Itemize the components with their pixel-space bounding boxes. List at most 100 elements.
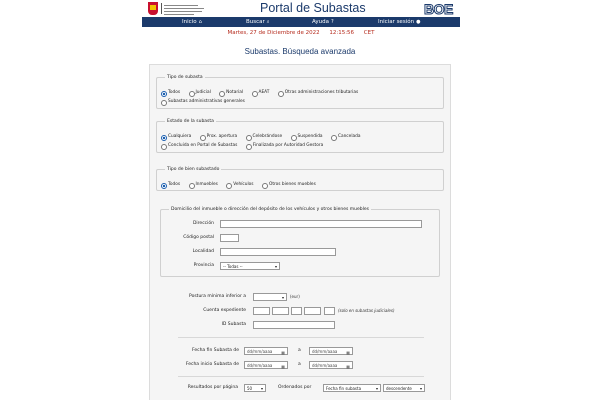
home-icon: ⌂ [198,19,202,25]
cuenta-expediente-part-1[interactable] [253,307,270,315]
orden-direccion-select[interactable]: descendente ▾ [383,384,425,392]
chevron-down-icon: ▾ [281,295,284,300]
radio-bien-todos[interactable]: Todos [161,182,180,189]
fieldset-domicilio: Domicilio del inmueble o dirección del d… [160,206,440,277]
radio-bien-inmuebles[interactable]: Inmuebles [188,182,218,189]
legend-tipo-bien: Tipo de bien subastado [165,166,222,173]
boe-logo[interactable]: BOE [424,1,454,18]
resultados-por-pagina-label: Resultados por página [187,385,238,390]
radio-estado-celebrandose[interactable]: Celebrándose [245,134,282,141]
provincia-select[interactable]: -- Todas -- ▾ [220,262,280,270]
fecha-inicio-label: Fecha inicio Subasta de [185,362,239,367]
date-time-bar: Martes, 27 de Diciembre de 2022 12:15:56… [142,28,460,38]
portal-title: Portal de Subastas [260,1,366,15]
chevron-down-icon: ▾ [375,386,378,391]
id-subasta-label: ID Subasta [221,322,246,327]
nav-login[interactable]: Iniciar sesión ● [378,17,420,27]
fecha-fin-hasta-placeholder: dd/mm/aaaa [312,349,338,354]
nav-inicio-label: Inicio [182,19,197,25]
fecha-inicio-desde-placeholder: dd/mm/aaaa [247,363,273,368]
postura-label: Postura mínima inferior a [189,294,246,299]
fecha-fin-desde-placeholder: dd/mm/aaaa [247,349,273,354]
nav-ayuda[interactable]: Ayuda? [312,17,334,27]
tipo-subasta-row-1: Todos Judicial Notarial AEAT Otras admin… [161,90,365,97]
fecha-inicio-hasta-input[interactable]: dd/mm/aaaa ▦ [309,361,353,369]
resultados-por-pagina-value: 50 [247,386,253,391]
cuenta-expediente-label: Cuenta expediente [203,308,246,313]
estado-row-2: Concluida en Portal de Subastas Finaliza… [161,143,330,150]
government-logo[interactable] [148,2,208,15]
legend-tipo-subasta: Tipo de subasta [165,74,205,81]
fecha-fin-hasta-input[interactable]: dd/mm/aaaa ▦ [309,347,353,355]
radio-tipo-administrativas[interactable]: Subastas administrativas generales [161,99,245,106]
main-nav: Inicio ⌂ Buscar ⌕ Ayuda? Iniciar sesión ● [142,17,460,27]
cuenta-expediente-part-5[interactable] [324,307,335,315]
orden-direccion-value: descendente [386,386,412,391]
radio-bien-vehiculos[interactable]: Vehículos [226,182,254,189]
id-subasta-input[interactable] [253,321,335,329]
calendar-icon: ▦ [281,350,285,355]
site-header: Portal de Subastas BOE [142,0,460,18]
radio-estado-finalizada[interactable]: Finalizada por Autoridad Gestora [245,143,323,150]
nav-buscar-label: Buscar [246,19,265,25]
coat-of-arms-icon [148,2,158,15]
fecha-fin-a-label: a [298,348,301,353]
tipo-subasta-row-2: Subastas administrativas generales [161,99,252,106]
calendar-icon: ▦ [281,364,285,369]
cuenta-expediente-part-4[interactable] [304,307,321,315]
tipo-bien-row: Todos Inmuebles Vehículos Otros bienes m… [161,182,323,189]
divider [178,376,424,377]
codigo-postal-label: Código postal [183,235,214,240]
nav-ayuda-label: Ayuda [312,19,329,25]
postura-select[interactable]: ▾ [253,293,287,301]
postura-unit: (eur) [290,294,300,299]
cuenta-expediente-part-3[interactable] [291,307,302,315]
fecha-inicio-hasta-placeholder: dd/mm/aaaa [312,363,338,368]
localidad-input[interactable] [220,248,336,256]
radio-bien-otros-muebles[interactable]: Otros bienes muebles [261,182,316,189]
chevron-down-icon: ▾ [260,386,263,391]
divider [178,337,424,338]
radio-estado-concluida[interactable]: Concluida en Portal de Subastas [161,143,237,150]
fecha-fin-label: Fecha fin Subasta de [192,348,239,353]
search-form-panel: Tipo de subasta Todos Judicial Notarial … [149,64,451,400]
search-icon: ⌕ [266,19,270,25]
radio-estado-cancelada[interactable]: Cancelada [330,134,361,141]
cuenta-expediente-note: (solo en subastas judiciales) [338,308,395,313]
direccion-input[interactable] [220,220,422,228]
radio-tipo-todos[interactable]: Todos [161,90,180,97]
radio-tipo-aeat[interactable]: AEAT [251,90,269,97]
resultados-por-pagina-select[interactable]: 50 ▾ [244,384,266,392]
user-icon: ● [416,19,421,25]
provincia-value: -- Todas -- [223,264,243,269]
timezone: CET [363,30,375,36]
chevron-down-icon: ▾ [274,264,277,269]
nav-inicio[interactable]: Inicio ⌂ [182,17,202,27]
radio-estado-suspendida[interactable]: Suspendida [290,134,323,141]
radio-tipo-judicial[interactable]: Judicial [188,90,211,97]
current-date: Martes, 27 de Diciembre de 2022 [227,30,320,36]
nav-buscar[interactable]: Buscar ⌕ [246,17,270,27]
ministry-logo-text [161,3,205,15]
legend-estado: Estado de la subasta [165,118,216,125]
estado-row-1: Cualquiera Prox. apertura Celebrándose S… [161,134,368,141]
fecha-fin-desde-input[interactable]: dd/mm/aaaa ▦ [244,347,288,355]
codigo-postal-input[interactable] [220,234,239,242]
help-icon: ? [331,19,334,25]
localidad-label: Localidad [192,249,214,254]
current-time: 12:15:56 [329,30,355,36]
radio-estado-cualquiera[interactable]: Cualquiera [161,134,191,141]
fecha-inicio-a-label: a [298,362,301,367]
fecha-inicio-desde-input[interactable]: dd/mm/aaaa ▦ [244,361,288,369]
ordenados-por-value: Fecha fin subasta [326,386,362,391]
cuenta-expediente-part-2[interactable] [272,307,289,315]
ordenados-por-select[interactable]: Fecha fin subasta ▾ [323,384,381,392]
ordenados-por-label: Ordenados por [278,385,312,390]
radio-estado-prox-apertura[interactable]: Prox. apertura [199,134,237,141]
fieldset-tipo-bien: Tipo de bien subastado Todos Inmuebles V… [156,166,444,191]
radio-tipo-otras-tributarias[interactable]: Otras administraciones tributarias [277,90,358,97]
radio-tipo-notarial[interactable]: Notarial [219,90,243,97]
chevron-down-icon: ▾ [419,386,422,391]
calendar-icon: ▦ [346,364,350,369]
calendar-icon: ▦ [346,350,350,355]
